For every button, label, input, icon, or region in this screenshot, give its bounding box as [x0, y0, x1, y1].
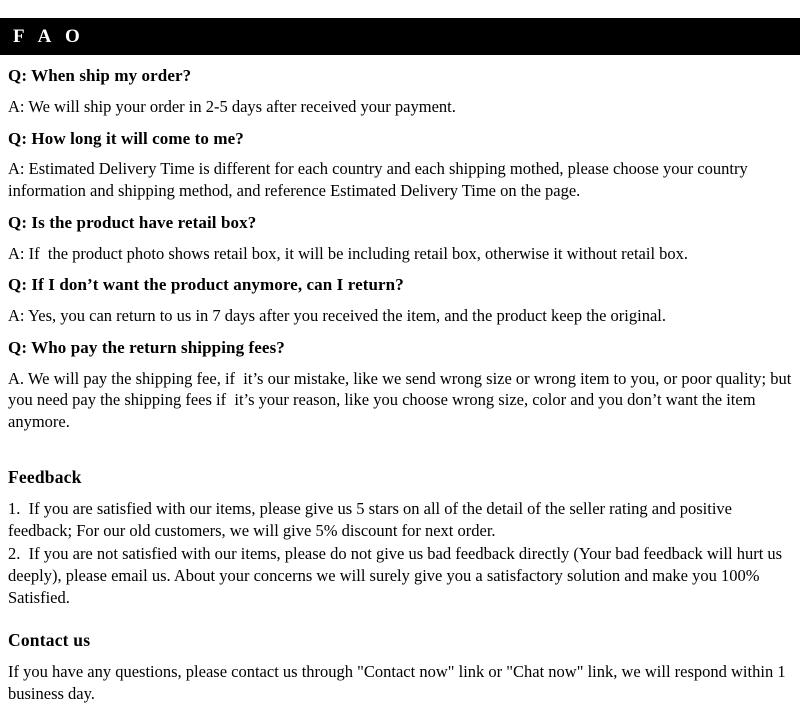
feedback-heading: Feedback — [8, 466, 82, 487]
contact-heading: Contact us — [8, 630, 91, 651]
faq-banner: F A O — [0, 18, 800, 55]
faq-answer: A: Estimated Delivery Time is different … — [8, 159, 752, 201]
faq-item: Q: If I don’t want the product anymore, … — [8, 274, 792, 327]
faq-content: Q: When ship my order? A: We will ship y… — [0, 55, 800, 705]
feedback-section: Feedback 1. If you are satisfied with ou… — [8, 467, 792, 609]
faq-answer: A: If the product photo shows retail box… — [8, 243, 689, 263]
feedback-item-2: 2. If you are not satisfied with our ite… — [8, 543, 787, 607]
faq-item: Q: Is the product have retail box? A: If… — [8, 212, 792, 265]
faq-page: F A O Q: When ship my order? A: We will … — [0, 0, 800, 703]
faq-item: Q: How long it will come to me? A: Estim… — [8, 128, 792, 202]
contact-section: Contact us If you have any questions, pl… — [8, 630, 792, 705]
banner-title: F A O — [13, 26, 85, 47]
faq-question: Q: If I don’t want the product anymore, … — [8, 275, 404, 295]
feedback-item-1: 1. If you are satisfied with our items, … — [8, 498, 737, 540]
faq-question: Q: When ship my order? — [8, 66, 192, 85]
faq-answer: A: Yes, you can return to us in 7 days a… — [8, 306, 666, 326]
faq-item: Q: When ship my order? A: We will ship y… — [8, 65, 792, 118]
contact-text: If you have any questions, please contac… — [8, 662, 790, 704]
faq-answer: A. We will pay the shipping fee, if it’s… — [8, 368, 796, 432]
faq-question: Q: Who pay the return shipping fees? — [8, 337, 285, 357]
faq-question: Q: Is the product have retail box? — [8, 212, 257, 232]
faq-item: Q: Who pay the return shipping fees? A. … — [8, 337, 792, 433]
faq-question: Q: How long it will come to me? — [8, 128, 244, 148]
faq-answer: A: We will ship your order in 2-5 days a… — [8, 96, 456, 116]
